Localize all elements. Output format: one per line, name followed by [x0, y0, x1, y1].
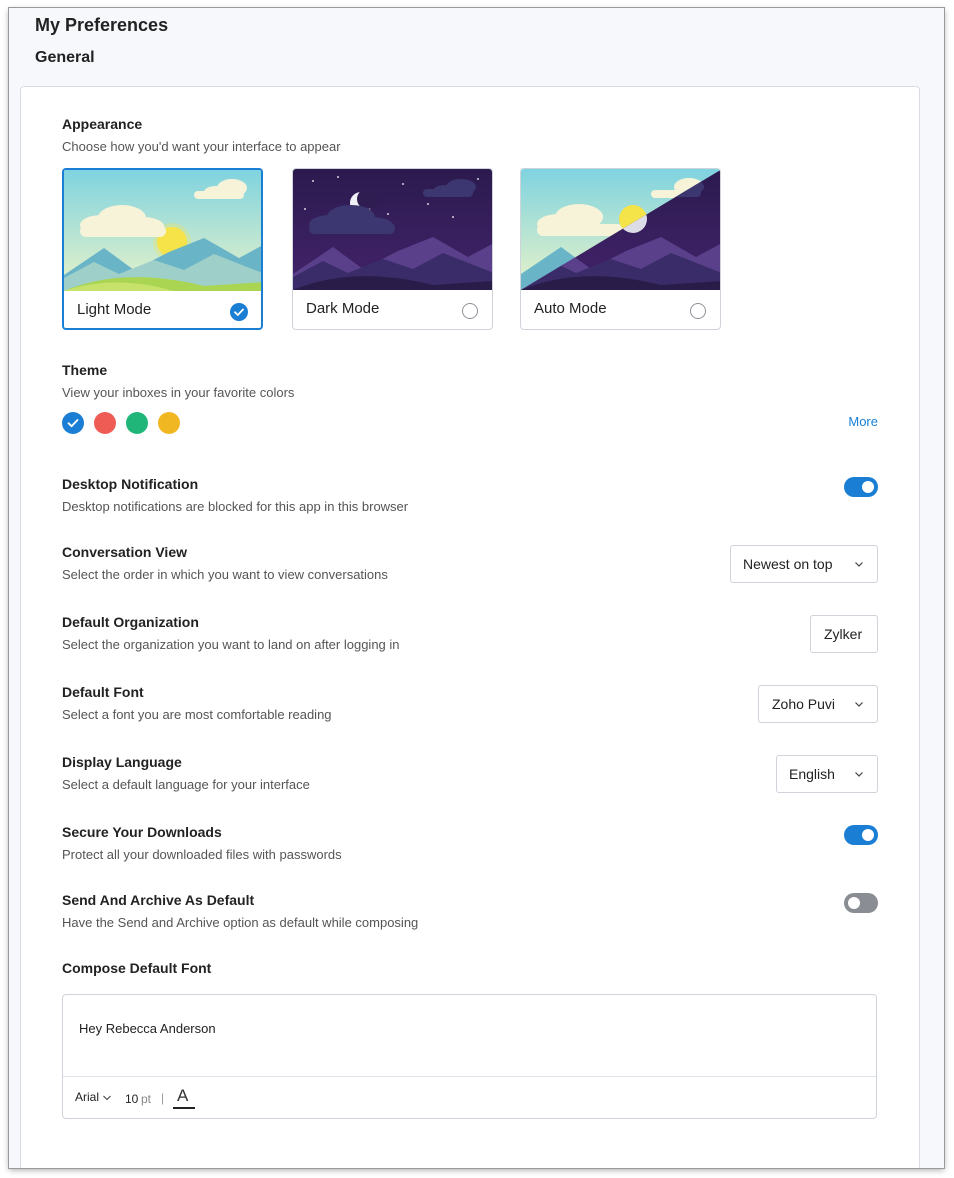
toolbar-separator: |	[161, 1091, 165, 1105]
default-organization-value: Zylker	[824, 626, 863, 642]
page-title: My Preferences	[35, 15, 169, 35]
theme-swatch-red[interactable]	[94, 412, 116, 434]
default-font-description: Select a font you are most comfortable r…	[62, 707, 332, 722]
secure-downloads-description: Protect all your downloaded files with p…	[62, 847, 342, 862]
send-and-archive-title: Send And Archive As Default	[62, 892, 255, 908]
toggle-knob	[862, 481, 874, 493]
theme-more-link[interactable]: More	[848, 414, 878, 429]
theme-swatch-green[interactable]	[126, 412, 148, 434]
theme-description: View your inboxes in your favorite color…	[62, 385, 295, 400]
compose-default-font-title: Compose Default Font	[62, 960, 212, 976]
default-font-title: Default Font	[62, 684, 144, 700]
chevron-down-icon	[855, 702, 863, 707]
secure-downloads-title: Secure Your Downloads	[62, 824, 222, 840]
conversation-view-description: Select the order in which you want to vi…	[62, 567, 388, 582]
compose-font-name: Arial	[75, 1090, 100, 1104]
compose-font-select[interactable]: Arial	[75, 1090, 112, 1104]
preferences-window: My Preferences General Appearance Choose…	[9, 8, 944, 1168]
default-font-dropdown[interactable]: Zoho Puvi	[758, 685, 878, 723]
font-color-button[interactable]: A	[173, 1085, 195, 1109]
theme-selected-check-icon	[67, 419, 79, 428]
font-color-icon: A	[177, 1086, 189, 1105]
toggle-knob	[848, 897, 860, 909]
conversation-view-dropdown[interactable]: Newest on top	[730, 545, 878, 583]
dark-mode-preview	[293, 169, 492, 290]
default-organization-title: Default Organization	[62, 614, 199, 630]
dark-mode-option[interactable]: Dark Mode	[292, 168, 493, 330]
dark-mode-label: Dark Mode	[306, 300, 380, 317]
compose-font-unit: pt	[141, 1092, 152, 1106]
conversation-view-title: Conversation View	[62, 544, 188, 560]
compose-preview-text[interactable]: Hey Rebecca Anderson	[79, 1021, 216, 1036]
light-mode-option[interactable]: Light Mode	[62, 168, 263, 330]
default-organization-dropdown[interactable]: Zylker	[810, 615, 878, 653]
default-organization-description: Select the organization you want to land…	[62, 637, 400, 652]
display-language-value: English	[789, 766, 835, 782]
chevron-down-icon	[855, 562, 863, 567]
secure-downloads-toggle[interactable]	[844, 825, 878, 845]
light-mode-label: Light Mode	[77, 301, 152, 318]
section-title: General	[35, 49, 95, 66]
light-mode-preview	[64, 170, 261, 291]
appearance-description: Choose how you'd want your interface to …	[62, 139, 341, 154]
toggle-knob	[862, 829, 874, 841]
font-color-bar	[173, 1107, 195, 1109]
conversation-view-value: Newest on top	[743, 556, 833, 572]
send-and-archive-toggle[interactable]	[844, 893, 878, 913]
appearance-title: Appearance	[62, 116, 143, 132]
auto-mode-radio[interactable]	[690, 303, 706, 319]
chevron-down-icon	[855, 772, 863, 777]
display-language-dropdown[interactable]: English	[776, 755, 878, 793]
compose-font-size[interactable]: 10	[125, 1092, 138, 1106]
display-language-title: Display Language	[62, 754, 182, 770]
compose-toolbar-divider	[63, 1076, 876, 1077]
desktop-notification-title: Desktop Notification	[62, 476, 199, 492]
theme-title: Theme	[62, 362, 108, 378]
theme-swatch-blue[interactable]	[62, 412, 84, 434]
desktop-notification-description: Desktop notifications are blocked for th…	[62, 499, 409, 514]
display-language-description: Select a default language for your inter…	[62, 777, 310, 792]
default-font-value: Zoho Puvi	[772, 696, 836, 712]
dark-mode-radio[interactable]	[462, 303, 478, 319]
auto-mode-option[interactable]: Auto Mode	[520, 168, 721, 330]
light-mode-checked-icon[interactable]	[230, 303, 248, 321]
auto-mode-label: Auto Mode	[534, 300, 607, 317]
compose-preview-box: Hey Rebecca Anderson Arial 10 pt | A	[62, 994, 877, 1119]
desktop-notification-toggle[interactable]	[844, 477, 878, 497]
theme-swatch-yellow[interactable]	[158, 412, 180, 434]
chevron-down-icon	[103, 1095, 112, 1101]
auto-mode-preview	[521, 169, 720, 290]
send-and-archive-description: Have the Send and Archive option as defa…	[62, 915, 419, 930]
preferences-card: Appearance Choose how you'd want your in…	[20, 86, 920, 1168]
